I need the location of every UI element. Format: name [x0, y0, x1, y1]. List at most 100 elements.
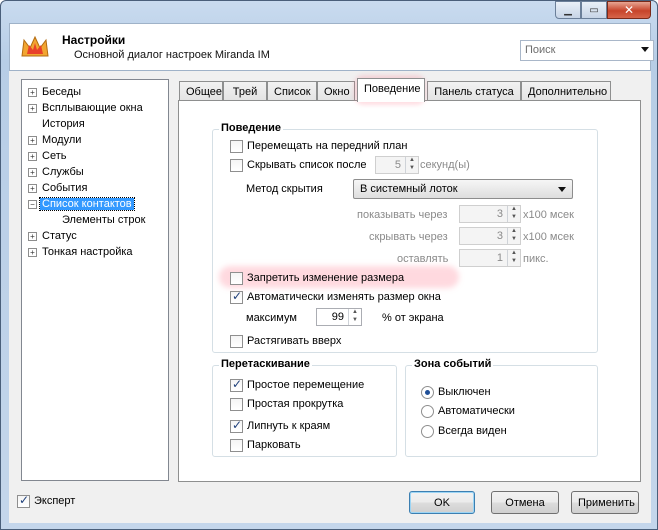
auto-resize-option[interactable]: Автоматически изменять размер окна [230, 289, 441, 305]
spin-down-icon[interactable]: ▼ [349, 317, 361, 325]
stretch-up-option[interactable]: Растягивать вверх [230, 333, 341, 349]
hide-method-select[interactable]: В системный лоток [353, 179, 573, 199]
expand-icon[interactable]: + [28, 87, 37, 97]
tree-item-network[interactable]: + Сеть [28, 148, 68, 164]
title-bar-controls: ▁ ▭ ✕ [555, 1, 651, 19]
max-label: максимум [246, 312, 297, 324]
search-placeholder: Поиск [525, 44, 556, 56]
bring-to-front-checkbox[interactable] [230, 139, 243, 153]
spin-up-icon[interactable]: ▲ [508, 250, 520, 258]
tree-item-label: События [42, 182, 88, 194]
stretch-up-checkbox[interactable] [230, 334, 243, 348]
ok-button[interactable]: OK [409, 491, 475, 514]
events-always-radio[interactable] [421, 424, 434, 438]
show-after-spinner[interactable]: 3 ▲ ▼ [459, 205, 521, 223]
expand-icon[interactable]: + [28, 183, 37, 193]
max-spinner[interactable]: 99 ▲ ▼ [316, 308, 362, 326]
expand-icon[interactable]: + [28, 103, 37, 113]
show-after-value: 3 [496, 208, 503, 220]
hide-after-checkbox[interactable] [230, 158, 243, 172]
tab-page-behavior: Поведение Перемещать на передний план Ск… [178, 100, 641, 482]
tree-item-row-items[interactable]: Элементы строк [60, 212, 147, 228]
snap-edges-checkbox[interactable] [230, 418, 243, 433]
tab-status-bar[interactable]: Панель статуса [427, 81, 521, 101]
tree-item-label: Тонкая настройка [42, 246, 133, 258]
tree-item-services[interactable]: + Службы [28, 164, 86, 180]
tree-item-status[interactable]: + Статус [28, 228, 79, 244]
expand-icon[interactable]: + [28, 135, 37, 145]
cancel-button[interactable]: Отмена [491, 491, 559, 514]
max-unit: % от экрана [382, 312, 444, 324]
expand-icon[interactable]: + [28, 167, 37, 177]
tree-item-label: Статус [42, 230, 77, 242]
events-off-radio[interactable] [421, 385, 434, 399]
max-value: 99 [331, 311, 344, 323]
spin-down-icon[interactable]: ▼ [508, 214, 520, 222]
dock-checkbox[interactable] [230, 438, 243, 452]
bring-to-front-option[interactable]: Перемещать на передний план [230, 138, 407, 154]
simple-scroll-label: Простая прокрутка [247, 398, 344, 410]
snap-edges-option[interactable]: Липнуть к краям [230, 418, 330, 434]
tab-advanced[interactable]: Дополнительно [521, 81, 611, 101]
hide-after-option[interactable]: Скрывать список после [230, 157, 367, 173]
tree-item-chats[interactable]: + Беседы [28, 84, 83, 100]
tree-item-contact-list[interactable]: − Список контактов [28, 196, 135, 212]
simple-move-option[interactable]: Простое перемещение [230, 377, 364, 393]
expert-option[interactable]: Эксперт [17, 493, 75, 509]
expert-checkbox[interactable] [17, 493, 30, 508]
spin-up-icon[interactable]: ▲ [349, 309, 361, 317]
hide-delay-spinner[interactable]: 3 ▲ ▼ [459, 227, 521, 245]
tree-item-popups[interactable]: + Всплывающие окна [28, 100, 145, 116]
events-always-option[interactable]: Всегда виден [421, 423, 507, 439]
simple-scroll-checkbox[interactable] [230, 397, 243, 411]
options-tree[interactable]: + Беседы + Всплывающие окна История + Модул… [21, 79, 169, 481]
simple-move-checkbox[interactable] [230, 377, 243, 392]
hide-method-label: Метод скрытия [246, 183, 323, 195]
tree-item-tweaks[interactable]: + Тонкая настройка [28, 244, 135, 260]
hide-delay-label: скрывать через [369, 231, 448, 243]
snap-edges-label: Липнуть к краям [247, 420, 331, 432]
spin-up-icon[interactable]: ▲ [508, 206, 520, 214]
tab-tray[interactable]: Трей [223, 81, 267, 101]
tree-item-history[interactable]: История [40, 116, 87, 132]
spin-down-icon[interactable]: ▼ [508, 236, 520, 244]
events-auto-radio[interactable] [421, 404, 434, 418]
tab-list[interactable]: Список [267, 81, 317, 101]
minimize-button[interactable]: ▁ [555, 1, 581, 19]
tree-item-events[interactable]: + События [28, 180, 89, 196]
apply-button[interactable]: Применить [571, 491, 639, 514]
expert-label: Эксперт [34, 495, 76, 507]
show-after-unit: x100 мсек [523, 209, 574, 221]
expand-icon[interactable]: + [28, 231, 37, 241]
no-resize-checkbox[interactable] [230, 271, 243, 285]
dock-option[interactable]: Парковать [230, 437, 301, 453]
spin-up-icon[interactable]: ▲ [508, 228, 520, 236]
tree-item-modules[interactable]: + Модули [28, 132, 83, 148]
close-button[interactable]: ✕ [607, 1, 651, 19]
auto-resize-checkbox[interactable] [230, 289, 243, 304]
expand-icon[interactable]: + [28, 247, 37, 257]
drag-group-title: Перетаскивание [219, 358, 312, 370]
tree-item-label: Модули [42, 134, 82, 146]
tab-behavior[interactable]: Поведение [357, 78, 425, 102]
expand-icon[interactable]: + [28, 151, 37, 161]
spin-down-icon[interactable]: ▼ [406, 165, 418, 173]
tab-window[interactable]: Окно [317, 81, 355, 101]
hide-delay-value: 3 [496, 230, 503, 242]
no-resize-option[interactable]: Запретить изменение размера [230, 270, 404, 286]
auto-resize-label: Автоматически изменять размер окна [247, 291, 441, 303]
spin-up-icon[interactable]: ▲ [406, 157, 418, 165]
hide-method-value: В системный лоток [360, 183, 458, 195]
spin-down-icon[interactable]: ▼ [508, 258, 520, 266]
hide-after-spinner[interactable]: 5 ▲ ▼ [375, 156, 419, 174]
leave-spinner[interactable]: 1 ▲ ▼ [459, 249, 521, 267]
maximize-button[interactable]: ▭ [581, 1, 607, 19]
search-combo[interactable]: Поиск [520, 40, 654, 61]
collapse-icon[interactable]: − [28, 199, 37, 209]
events-auto-option[interactable]: Автоматически [421, 403, 515, 419]
hide-delay-unit: x100 мсек [523, 231, 574, 243]
events-off-option[interactable]: Выключен [421, 384, 491, 400]
simple-scroll-option[interactable]: Простая прокрутка [230, 396, 343, 412]
tab-general[interactable]: Общее [179, 81, 223, 101]
tree-item-label: Беседы [42, 86, 82, 98]
